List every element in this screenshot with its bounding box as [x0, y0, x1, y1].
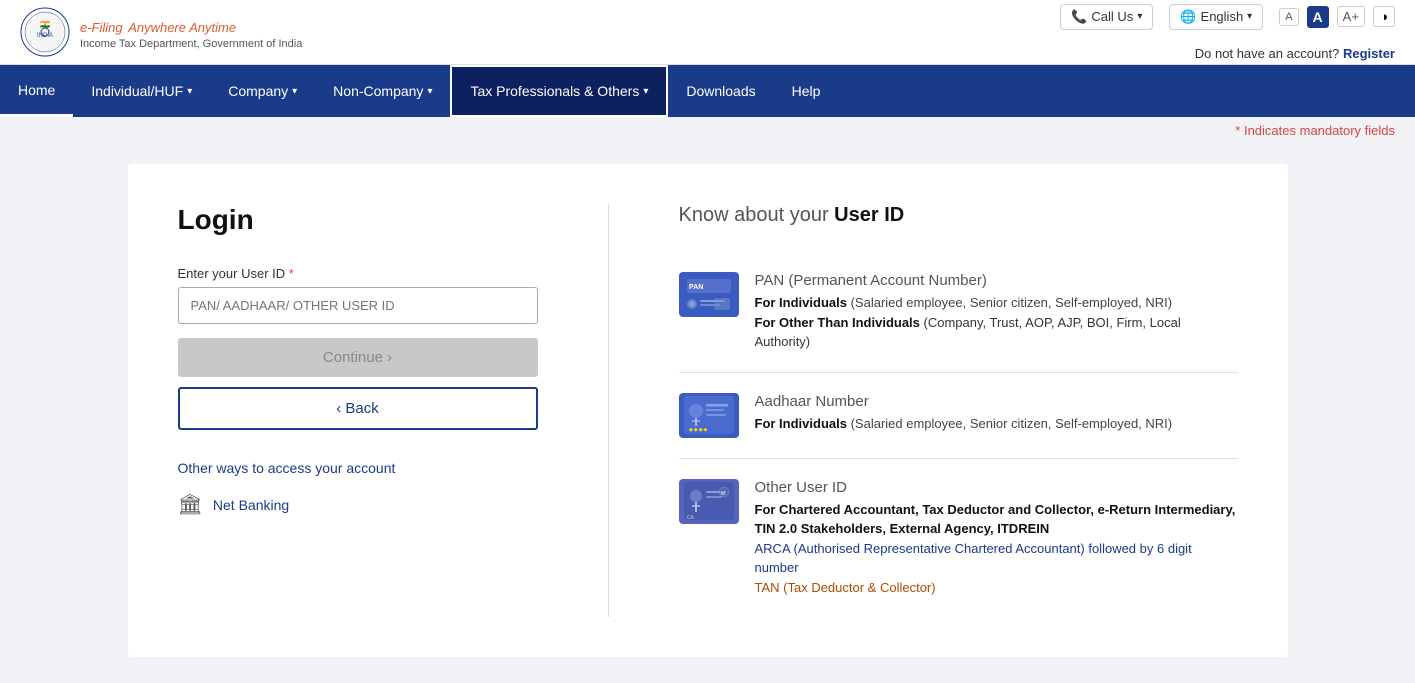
globe-icon: 🌐 [1180, 9, 1196, 25]
continue-button[interactable]: Continue › [178, 338, 538, 377]
register-link[interactable]: Register [1343, 46, 1395, 61]
divider-vertical [608, 204, 609, 617]
chevron-down-icon: ▾ [292, 86, 297, 97]
user-id-input[interactable] [178, 287, 538, 324]
main-content: Login Enter your User ID * Continue › ‹ … [0, 144, 1415, 677]
chevron-down-icon: ▾ [643, 86, 648, 97]
font-medium-button[interactable]: A [1307, 6, 1329, 28]
pan-card-icon: PAN [679, 272, 739, 317]
nav-bar: Home Individual/HUF ▾ Company ▾ Non-Comp… [0, 65, 1415, 117]
other-ways-title: Other ways to access your account [178, 460, 538, 476]
nav-tax-professionals[interactable]: Tax Professionals & Others ▾ [450, 65, 668, 117]
top-bar: 🇮🇳 INDIA e-Filing Anywhere Anytime Incom… [0, 0, 1415, 65]
svg-text:◆◆◆◆: ◆◆◆◆ [689, 427, 708, 433]
svg-text:CA: CA [687, 515, 695, 520]
nav-individual-huf[interactable]: Individual/HUF ▾ [73, 65, 210, 117]
logo-area: 🇮🇳 INDIA e-Filing Anywhere Anytime Incom… [20, 7, 302, 57]
net-banking-option[interactable]: 🏛 Net Banking [178, 492, 538, 517]
nav-help[interactable]: Help [774, 65, 839, 117]
logo-efiling: e-Filing Anywhere Anytime [80, 15, 302, 38]
font-small-button[interactable]: A [1279, 8, 1298, 26]
contrast-button[interactable]: ◑ [1373, 6, 1395, 27]
aadhaar-type: Aadhaar Number [755, 393, 1238, 410]
content-card: Login Enter your User ID * Continue › ‹ … [128, 164, 1288, 657]
pan-info: PAN (Permanent Account Number) For Indiv… [755, 272, 1238, 352]
login-title: Login [178, 204, 538, 236]
aadhaar-item: ◆◆◆◆ Aadhaar Number For Individuals (Sal… [679, 373, 1238, 459]
nav-company[interactable]: Company ▾ [210, 65, 315, 117]
aadhaar-card-icon: ◆◆◆◆ [679, 393, 739, 438]
nav-home[interactable]: Home [0, 65, 73, 117]
phone-icon: 📞 [1071, 9, 1087, 25]
know-section: Know about your User ID PAN [679, 204, 1238, 617]
logo-text: e-Filing Anywhere Anytime Income Tax Dep… [80, 15, 302, 50]
other-user-icon: CA id [679, 479, 739, 524]
chevron-down-icon: ▾ [1247, 11, 1252, 22]
mandatory-note: * Indicates mandatory fields [0, 117, 1415, 144]
language-selector[interactable]: 🌐 English ▾ [1169, 4, 1263, 30]
top-right: 📞 Call Us ▾ 🌐 English ▾ A A A+ ◑ Do not … [1060, 4, 1395, 61]
call-us-button[interactable]: 📞 Call Us ▾ [1060, 4, 1153, 30]
emblem-icon: 🇮🇳 INDIA [20, 7, 70, 57]
chevron-down-icon: ▾ [1137, 11, 1142, 22]
aadhaar-info: Aadhaar Number For Individuals (Salaried… [755, 393, 1238, 434]
svg-text:id: id [721, 491, 725, 497]
chevron-down-icon: ▾ [427, 86, 432, 97]
other-user-info: Other User ID For Chartered Accountant, … [755, 479, 1238, 598]
other-user-type: Other User ID [755, 479, 1238, 496]
bank-icon: 🏛 [178, 492, 203, 517]
logo-subtitle: Income Tax Department, Government of Ind… [80, 38, 302, 50]
nav-non-company[interactable]: Non-Company ▾ [315, 65, 450, 117]
register-row: Do not have an account? Register [1195, 46, 1395, 61]
login-section: Login Enter your User ID * Continue › ‹ … [178, 204, 538, 617]
pan-type: PAN (Permanent Account Number) [755, 272, 1238, 289]
other-user-id-item: CA id Other User ID For Chartered Accoun… [679, 459, 1238, 618]
chevron-down-icon: ▾ [187, 86, 192, 97]
font-controls: A A A+ ◑ [1279, 6, 1395, 28]
user-id-label: Enter your User ID * [178, 266, 538, 281]
back-button[interactable]: ‹ Back [178, 387, 538, 430]
required-asterisk: * [289, 266, 294, 281]
svg-text:PAN: PAN [689, 284, 703, 291]
font-large-button[interactable]: A+ [1337, 6, 1365, 27]
pan-item: PAN PAN (Permanent Account Number) For I… [679, 252, 1238, 373]
nav-downloads[interactable]: Downloads [668, 65, 773, 117]
know-title: Know about your User ID [679, 204, 1238, 227]
